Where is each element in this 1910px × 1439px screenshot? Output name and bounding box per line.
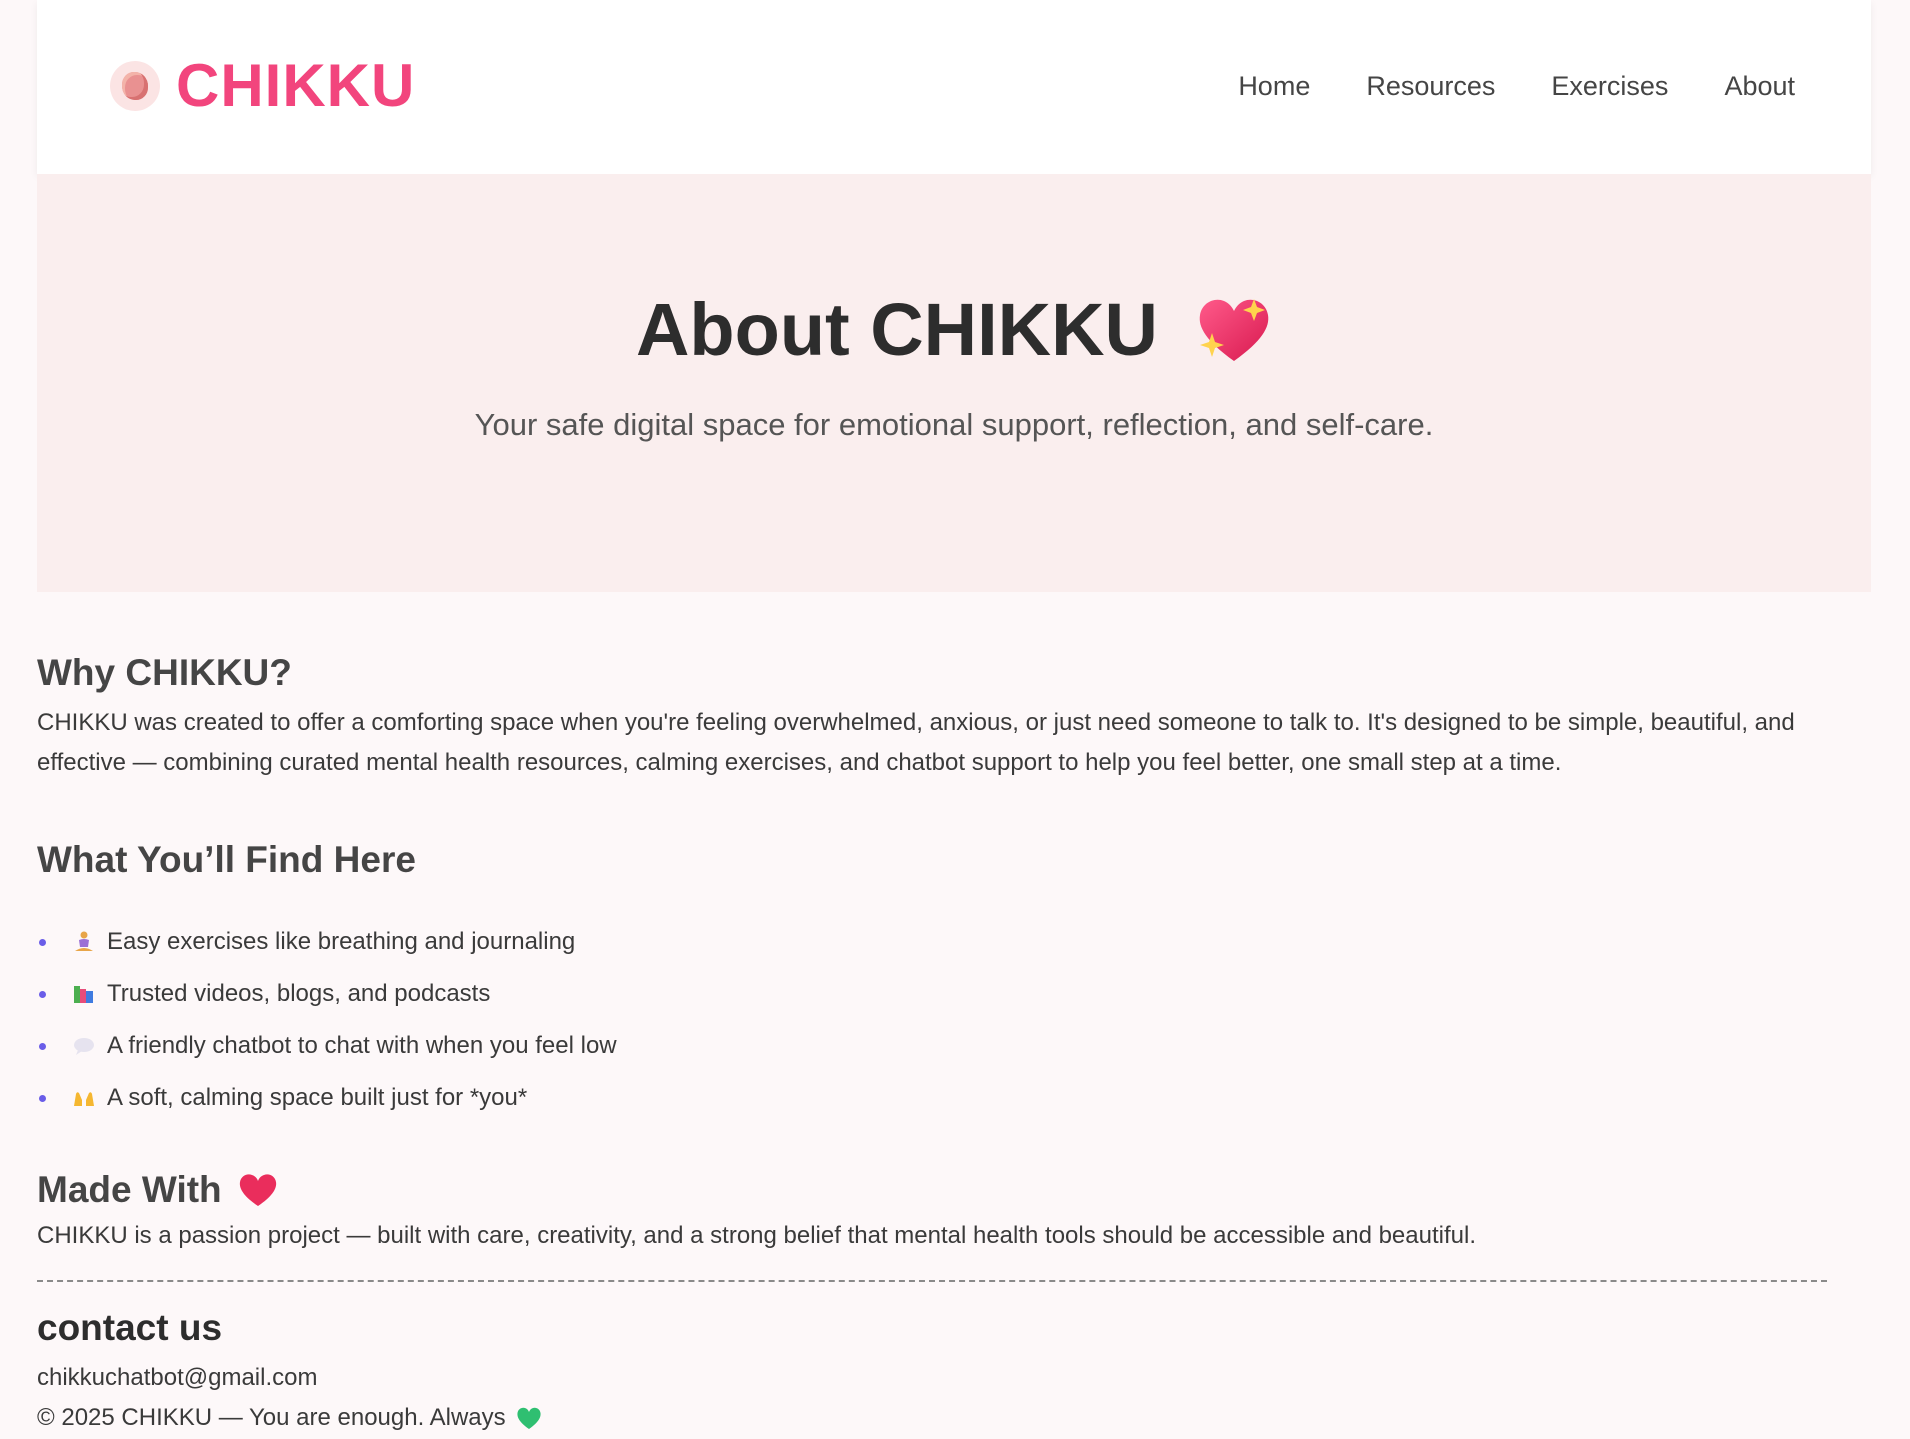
page-title-text: About CHIKKU (635, 288, 1158, 371)
made-with-section: Made With CHIKKU is a passion project — … (37, 1168, 1837, 1256)
feature-text: Trusted videos, blogs, and podcasts (107, 980, 491, 1008)
site-header: CHIKKU Home Resources Exercises About (37, 0, 1871, 174)
copyright: © 2025 CHIKKU — You are enough. Always (37, 1398, 542, 1438)
logo-text: CHIKKU (176, 52, 416, 119)
bullet (39, 1094, 46, 1102)
site-footer: contact us chikkuchatbot@gmail.com © 202… (37, 1306, 542, 1438)
bullet (39, 938, 46, 946)
features-title: What You’ll Find Here (37, 839, 416, 880)
why-section: Why CHIKKU? CHIKKU was created to offer … (37, 651, 1837, 783)
brain-icon (110, 61, 160, 111)
why-body: CHIKKU was created to offer a comforting… (37, 709, 1795, 777)
speech-bubble-icon (71, 1033, 97, 1059)
hero-banner: About CHIKKU Your safe digital space for… (37, 174, 1871, 592)
logo[interactable]: CHIKKU (110, 56, 415, 116)
page-title: About CHIKKU (37, 286, 1871, 375)
footer-divider (37, 1280, 1827, 1282)
copyright-text: © 2025 CHIKKU — You are enough. Always (37, 1404, 506, 1432)
made-with-body: CHIKKU is a passion project — built with… (37, 1222, 1476, 1250)
nav-exercises-link[interactable]: Exercises (1551, 70, 1668, 102)
list-item: A soft, calming space built just for *yo… (37, 1072, 617, 1124)
books-icon (71, 981, 97, 1007)
nav-about-link[interactable]: About (1724, 70, 1795, 102)
features-section: What You’ll Find Here Easy exercises lik… (37, 838, 617, 1124)
contact-title: contact us (37, 1307, 223, 1348)
made-with-title: Made With (37, 1168, 1837, 1212)
contact-email[interactable]: chikkuchatbot@gmail.com (37, 1358, 542, 1398)
main-nav: Home Resources Exercises About (1238, 70, 1795, 102)
feature-text: A soft, calming space built just for *yo… (107, 1084, 528, 1112)
list-item: Easy exercises like breathing and journa… (37, 916, 617, 968)
sparkling-heart-icon (1199, 299, 1269, 362)
made-with-title-text: Made With (37, 1169, 222, 1210)
why-title: Why CHIKKU? (37, 652, 292, 693)
nav-resources-link[interactable]: Resources (1366, 70, 1495, 102)
bullet (39, 1042, 46, 1050)
hero-subtitle: Your safe digital space for emotional su… (474, 407, 1434, 442)
page: CHIKKU Home Resources Exercises About Ab… (37, 0, 1871, 1431)
raised-hands-icon (71, 1085, 97, 1111)
heart-icon (239, 1174, 276, 1207)
green-heart-icon (517, 1408, 541, 1430)
features-list: Easy exercises like breathing and journa… (37, 916, 617, 1124)
feature-text: A friendly chatbot to chat with when you… (107, 1032, 617, 1060)
meditation-icon (71, 929, 97, 955)
bullet (39, 990, 46, 998)
nav-home-link[interactable]: Home (1238, 70, 1310, 102)
feature-text: Easy exercises like breathing and journa… (107, 928, 576, 956)
list-item: Trusted videos, blogs, and podcasts (37, 968, 617, 1020)
list-item: A friendly chatbot to chat with when you… (37, 1020, 617, 1072)
